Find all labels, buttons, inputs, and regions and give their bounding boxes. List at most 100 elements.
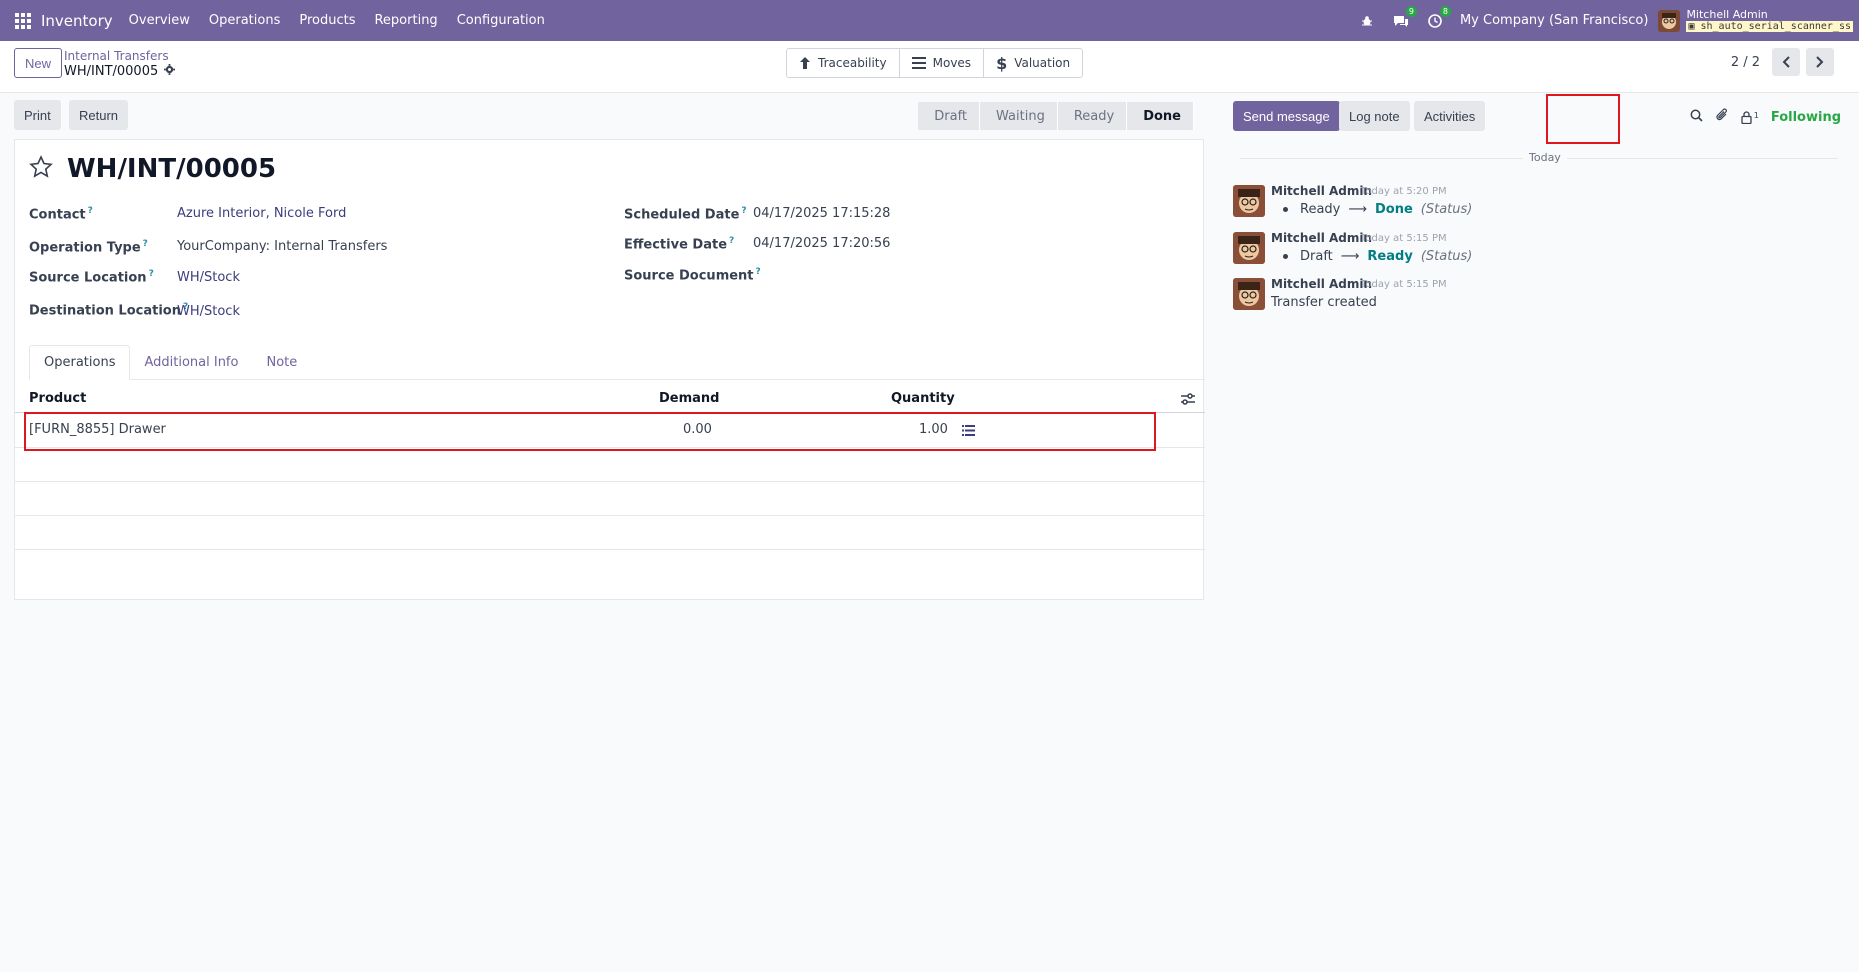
stage-done[interactable]: Done — [1127, 102, 1194, 130]
tracking-value: Ready ⟶ Done (Status) — [1283, 202, 1472, 217]
stage-draft[interactable]: Draft — [918, 102, 981, 130]
app-name[interactable]: Inventory — [41, 12, 113, 30]
arrow-up-icon — [800, 57, 810, 69]
tracking-new-value: Done — [1375, 202, 1413, 217]
status-stages: Draft Waiting Ready Done — [918, 102, 1194, 130]
menu-operations[interactable]: Operations — [209, 13, 280, 28]
empty-row — [15, 448, 1205, 482]
user-avatar[interactable] — [1658, 9, 1681, 32]
new-button[interactable]: New — [14, 48, 63, 78]
moves-button[interactable]: Moves — [900, 49, 985, 77]
print-button[interactable]: Print — [14, 100, 61, 130]
pager-next-button[interactable] — [1806, 48, 1834, 76]
contact-field[interactable]: Azure Interior, Nicole Ford — [177, 206, 346, 221]
stage-ready[interactable]: Ready — [1057, 102, 1128, 130]
traceability-label: Traceability — [818, 56, 887, 70]
effective-date-field[interactable]: 04/17/2025 17:20:56 — [753, 236, 890, 251]
tracking-value: Draft ⟶ Ready (Status) — [1283, 249, 1472, 264]
activities-count-badge: 8 — [1439, 5, 1451, 17]
followers-button[interactable]: 1 — [1741, 111, 1759, 124]
operation-type-field[interactable]: YourCompany: Internal Transfers — [177, 239, 387, 254]
return-button[interactable]: Return — [69, 100, 129, 130]
stage-waiting[interactable]: Waiting — [980, 102, 1058, 130]
scheduled-date-field[interactable]: 04/17/2025 17:15:28 — [753, 206, 890, 221]
destination-location-label-text: Destination Location — [29, 303, 181, 319]
message-author[interactable]: Mitchell Admin — [1271, 184, 1372, 198]
breadcrumb-internal-transfers[interactable]: Internal Transfers — [64, 49, 169, 63]
pager-previous-button[interactable] — [1772, 48, 1800, 76]
operation-type-label: Operation Type? — [29, 239, 148, 256]
activities-button[interactable]: Activities — [1414, 101, 1486, 131]
menu-overview[interactable]: Overview — [129, 13, 190, 28]
user-menu[interactable]: Mitchell Admin ▣ sh_auto_serial_scanner_… — [1686, 9, 1853, 32]
message-author[interactable]: Mitchell Admin — [1271, 277, 1372, 291]
star-icon[interactable] — [29, 155, 53, 183]
moves-label: Moves — [932, 56, 972, 70]
record-title: WH/INT/00005 — [67, 154, 277, 184]
messages-count-badge: 9 — [1405, 5, 1417, 17]
user-name: Mitchell Admin — [1686, 8, 1768, 21]
breadcrumb-current-label: WH/INT/00005 — [64, 64, 159, 79]
menu-products[interactable]: Products — [299, 13, 355, 28]
destination-location-label: Destination Location? — [29, 302, 189, 319]
valuation-button[interactable]: $ Valuation — [984, 49, 1082, 77]
title-row: WH/INT/00005 — [29, 154, 276, 184]
date-separator: Today — [1240, 151, 1838, 165]
column-product[interactable]: Product — [29, 391, 86, 406]
breadcrumb-current: WH/INT/00005 — [64, 64, 176, 79]
contact-label-text: Contact — [29, 207, 86, 223]
log-note-button[interactable]: Log note — [1339, 101, 1410, 131]
traceability-button[interactable]: Traceability — [787, 49, 900, 77]
send-message-button[interactable]: Send message — [1233, 101, 1340, 131]
database-label: sh_auto_serial_scanner_ss — [1700, 21, 1851, 32]
tab-operations[interactable]: Operations — [29, 345, 131, 380]
tab-additional-info[interactable]: Additional Info — [130, 345, 252, 380]
pager-value[interactable]: 2 / 2 — [1731, 55, 1760, 70]
gear-icon[interactable] — [164, 64, 176, 79]
following-button[interactable]: Following — [1771, 110, 1841, 125]
column-quantity[interactable]: Quantity — [891, 391, 955, 406]
date-separator-label: Today — [1523, 151, 1567, 164]
app-menu-grid-icon[interactable] — [15, 12, 31, 29]
author-avatar[interactable] — [1233, 185, 1265, 217]
top-navbar: Inventory Overview Operations Products R… — [0, 0, 1859, 41]
form-statusbar: Print Return Draft Waiting Ready Done — [0, 94, 1220, 139]
tracking-old-value: Ready — [1300, 202, 1341, 217]
menu-configuration[interactable]: Configuration — [457, 13, 545, 28]
control-panel: New Internal Transfers WH/INT/00005 Trac… — [0, 41, 1859, 93]
destination-location-field[interactable]: WH/Stock — [177, 304, 240, 319]
followers-count: 1 — [1753, 110, 1759, 120]
tab-note[interactable]: Note — [252, 345, 311, 380]
message-time: Today at 5:20 PM — [1361, 186, 1447, 197]
chatter-toolbar: 1 Following — [1690, 108, 1841, 126]
bars-icon — [911, 57, 926, 69]
optional-columns-icon[interactable] — [1181, 393, 1195, 409]
effective-date-label: Effective Date? — [624, 236, 735, 253]
chatter-panel: Send message Log note Activities 1 Follo… — [1220, 94, 1859, 972]
search-icon[interactable] — [1690, 109, 1703, 126]
arrow-right-icon: ⟶ — [1340, 249, 1360, 264]
empty-row — [15, 482, 1205, 516]
debug-bug-icon[interactable] — [1358, 12, 1376, 30]
company-switcher[interactable]: My Company (San Francisco) — [1460, 13, 1648, 28]
activities-clock-icon[interactable]: 8 — [1426, 5, 1451, 30]
notebook-tabs: Operations Additional Info Note — [29, 345, 1205, 380]
smart-buttons: Traceability Moves $ Valuation — [786, 48, 1084, 78]
tracking-field: (Status) — [1420, 249, 1473, 264]
messages-icon[interactable]: 9 — [1392, 5, 1417, 30]
source-location-label: Source Location? — [29, 269, 154, 286]
column-demand[interactable]: Demand — [659, 391, 720, 406]
source-location-field[interactable]: WH/Stock — [177, 270, 240, 285]
chevron-right-icon — [1816, 56, 1824, 68]
message-time: Today at 5:15 PM — [1361, 233, 1447, 244]
tracking-old-value: Draft — [1300, 249, 1333, 264]
author-avatar[interactable] — [1233, 278, 1265, 310]
tracking-field: (Status) — [1420, 202, 1473, 217]
author-avatar[interactable] — [1233, 232, 1265, 264]
lock-icon — [1741, 110, 1752, 124]
paperclip-icon[interactable] — [1715, 108, 1729, 126]
message-author[interactable]: Mitchell Admin — [1271, 231, 1372, 245]
pager: 2 / 2 — [1731, 48, 1834, 76]
menu-reporting[interactable]: Reporting — [374, 13, 437, 28]
dollar-icon: $ — [996, 53, 1008, 73]
